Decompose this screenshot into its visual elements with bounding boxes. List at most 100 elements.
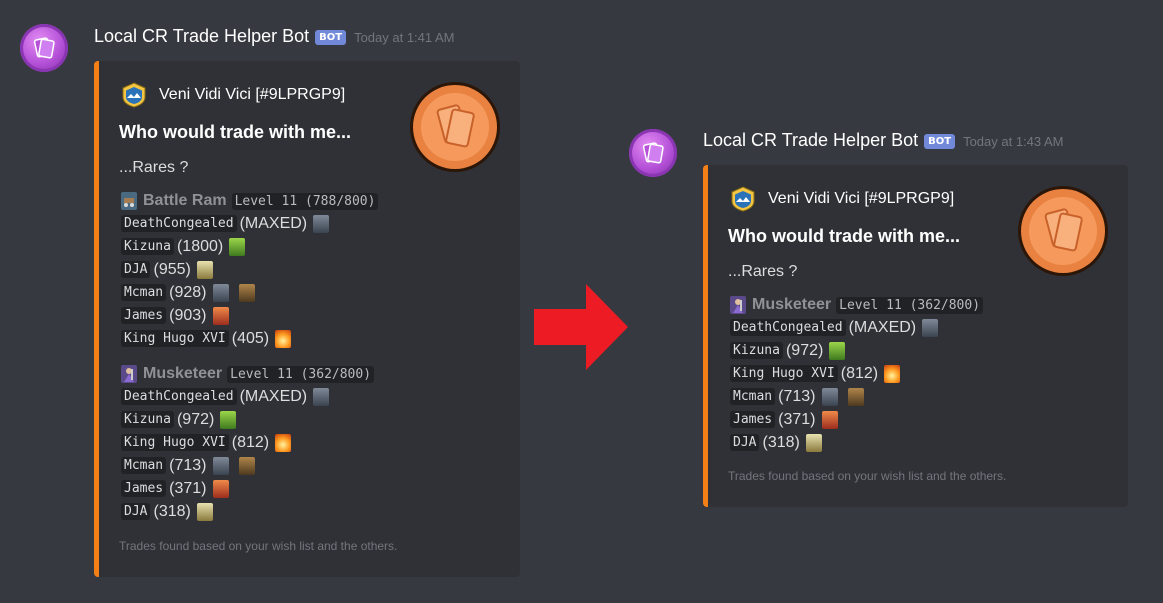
trade-row: DeathCongealed (MAXED) [121, 212, 378, 235]
trade-row: King Hugo XVI (812) [121, 431, 374, 454]
card-field-musketeer: Musketeer Level 11 (362/800) DeathCongea… [730, 294, 984, 454]
player-name: Mcman [730, 388, 776, 405]
card-count: (1800) [176, 237, 224, 255]
embed-footer: Trades found based on your wish list and… [119, 539, 398, 553]
trade-row: King Hugo XVI (405) [121, 327, 378, 350]
knight-icon [313, 387, 330, 406]
embed-author-name[interactable]: Veni Vidi Vici [#9LPRGP9] [159, 86, 345, 104]
card-field-battle-ram: Battle Ram Level 11 (788/800) DeathConge… [121, 190, 379, 350]
bot-username[interactable]: Local CR Trade Helper Bot [94, 26, 309, 47]
bot-badge: BOT [924, 134, 956, 149]
player-name: DeathCongealed [121, 215, 237, 232]
card-count: (972) [176, 410, 215, 428]
trade-row: Mcman (928) [121, 281, 378, 304]
card-field-header: Musketeer Level 11 (362/800) [730, 294, 984, 316]
card-count: (MAXED) [239, 387, 308, 405]
message-timestamp[interactable]: Today at 1:41 AM [354, 30, 454, 45]
player-name: King Hugo XVI [121, 434, 229, 451]
player-name: James [121, 307, 167, 324]
player-name: DJA [121, 261, 151, 278]
hut-icon [847, 387, 864, 406]
trade-row: James (371) [121, 477, 374, 500]
card-name: Musketeer [752, 296, 832, 313]
player-name: King Hugo XVI [121, 330, 229, 347]
knight-icon [922, 318, 939, 337]
bot-avatar[interactable] [629, 129, 677, 177]
trade-row: James (371) [730, 408, 983, 431]
card-count: (318) [762, 433, 800, 451]
trade-embed: Veni Vidi Vici [#9LPRGP9] Who would trad… [94, 61, 520, 577]
player-name: Kizuna [121, 411, 174, 428]
card-count: (713) [169, 456, 207, 474]
player-name: DeathCongealed [121, 388, 237, 405]
trade-row: King Hugo XVI (812) [730, 362, 983, 385]
player-name: DJA [730, 434, 760, 451]
goblin-icon [829, 341, 846, 360]
embed-author-name[interactable]: Veni Vidi Vici [#9LPRGP9] [768, 190, 954, 208]
trade-token-icon [410, 82, 500, 172]
trade-embed: Veni Vidi Vici [#9LPRGP9] Who would trad… [703, 165, 1128, 507]
card-count: (318) [153, 502, 191, 520]
trade-row: DeathCongealed (MAXED) [730, 316, 983, 339]
card-count: (371) [169, 479, 207, 497]
trade-row: Kizuna (972) [121, 408, 374, 431]
embed-author: Veni Vidi Vici [#9LPRGP9] [730, 186, 954, 212]
knight-icon [212, 283, 229, 302]
spear-icon [196, 502, 213, 521]
trade-row: Kizuna (1800) [121, 235, 378, 258]
musketeer-icon [121, 365, 137, 383]
card-count: (812) [840, 364, 879, 382]
arrow-right-icon [534, 284, 628, 370]
spear-icon [805, 433, 822, 452]
card-count: (MAXED) [239, 214, 308, 232]
trade-token-icon [1018, 186, 1108, 276]
card-count: (812) [231, 433, 270, 451]
card-field-musketeer: Musketeer Level 11 (362/800) DeathCongea… [121, 363, 375, 523]
trade-row: DJA (955) [121, 258, 378, 281]
knight-icon [821, 387, 838, 406]
bot-username[interactable]: Local CR Trade Helper Bot [703, 130, 918, 151]
card-count: (903) [169, 306, 207, 324]
embed-footer: Trades found based on your wish list and… [728, 469, 1007, 483]
card-count: (371) [778, 410, 816, 428]
trade-row: DJA (318) [730, 431, 983, 454]
card-field-header: Battle Ram Level 11 (788/800) [121, 190, 379, 212]
hut-icon [238, 456, 255, 475]
embed-description: ...Rares ? [728, 263, 798, 280]
fireball-icon [884, 364, 901, 383]
fireball-icon [275, 433, 292, 452]
message-timestamp[interactable]: Today at 1:43 AM [963, 134, 1063, 149]
player-name: Kizuna [121, 238, 174, 255]
clan-badge-icon [731, 186, 755, 212]
player-name: Mcman [121, 457, 167, 474]
card-name: Battle Ram [143, 192, 227, 209]
goblin-icon [229, 237, 246, 256]
player-name: DJA [121, 503, 151, 520]
embed-title: Who would trade with me... [119, 122, 351, 142]
trade-row: Mcman (713) [121, 454, 374, 477]
trade-row: DeathCongealed (MAXED) [121, 385, 374, 408]
player-name: Mcman [121, 284, 167, 301]
goblin-icon [220, 410, 237, 429]
embed-author: Veni Vidi Vici [#9LPRGP9] [121, 82, 345, 108]
trade-row: Kizuna (972) [730, 339, 983, 362]
card-count: (972) [785, 341, 824, 359]
card-count: (405) [231, 329, 270, 347]
card-name: Musketeer [143, 365, 223, 382]
embed-description: ...Rares ? [119, 159, 189, 176]
bot-avatar[interactable] [20, 24, 68, 72]
card-field-header: Musketeer Level 11 (362/800) [121, 363, 375, 385]
card-level: Level 11 (362/800) [227, 365, 375, 383]
spear-icon [196, 260, 213, 279]
valkyrie-icon [212, 306, 229, 325]
trade-row: Mcman (713) [730, 385, 983, 408]
card-level: Level 11 (788/800) [231, 192, 379, 210]
valkyrie-icon [821, 410, 838, 429]
message-header: Local CR Trade Helper Bot BOT Today at 1… [94, 26, 455, 47]
embed-title: Who would trade with me... [728, 226, 960, 246]
knight-icon [212, 456, 229, 475]
player-name: James [121, 480, 167, 497]
player-name: James [730, 411, 776, 428]
player-name: King Hugo XVI [730, 365, 838, 382]
message-header: Local CR Trade Helper Bot BOT Today at 1… [703, 130, 1064, 151]
